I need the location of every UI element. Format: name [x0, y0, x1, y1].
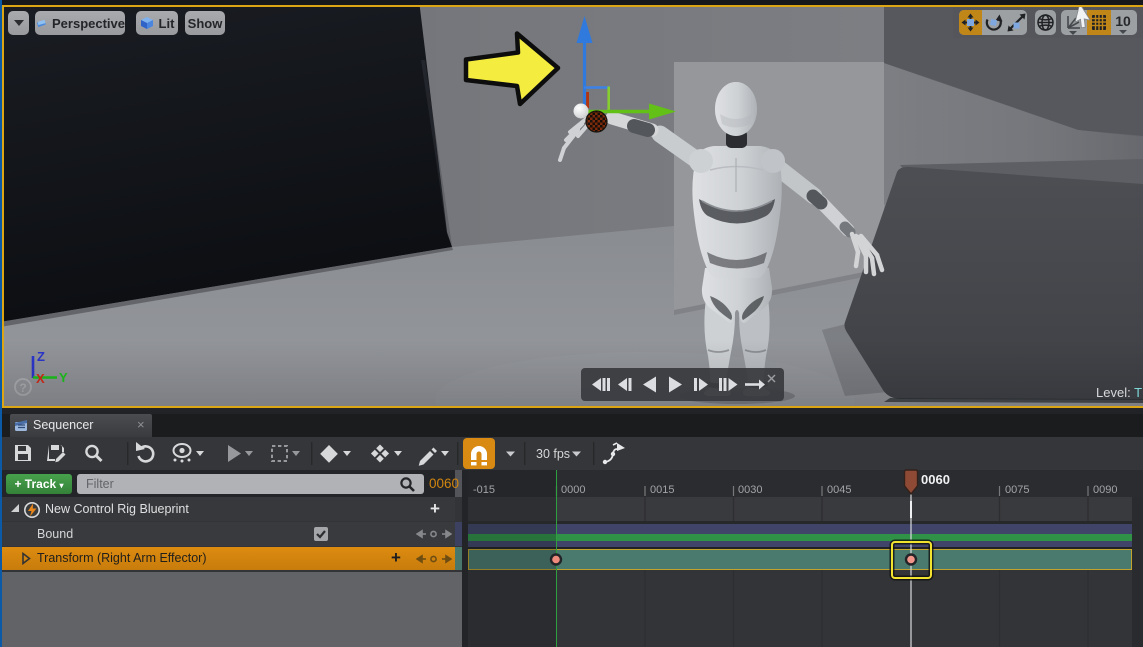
svg-text:0060: 0060 — [921, 472, 950, 487]
svg-text:0030: 0030 — [738, 484, 762, 496]
svg-text:0090: 0090 — [1093, 484, 1117, 496]
svg-text:0000: 0000 — [561, 484, 585, 496]
svg-text:0045: 0045 — [827, 484, 851, 496]
svg-text:0015: 0015 — [650, 484, 674, 496]
svg-text:-015: -015 — [473, 484, 495, 496]
svg-text:30 fps: 30 fps — [536, 447, 570, 461]
svg-text:0075: 0075 — [1005, 484, 1029, 496]
